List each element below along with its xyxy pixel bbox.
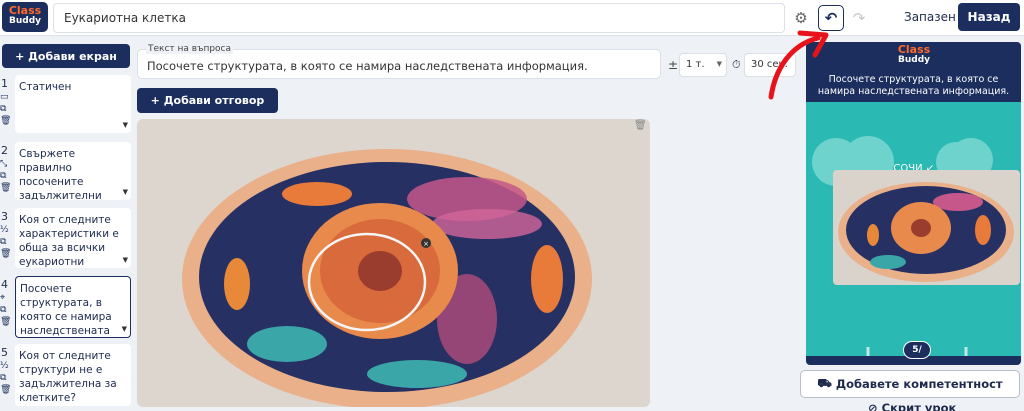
lesson-title-input[interactable]: Еукариотна клетка: [53, 3, 785, 33]
screen-card-active[interactable]: Посочете структурата, в която се намира …: [15, 276, 131, 338]
screen-number: 5: [1, 346, 8, 359]
screen-number: 2: [1, 144, 8, 157]
copy-icon[interactable]: ⧉: [0, 304, 12, 316]
saved-status: Запазен: [904, 10, 956, 24]
screen-actions: ⤡ ⧉ 🗑: [0, 158, 12, 194]
screen-title: Коя от следните структури не е задължите…: [19, 350, 117, 404]
copy-icon[interactable]: ⧉: [0, 170, 12, 182]
points-value: 1 т.: [686, 59, 705, 70]
screen-actions: ½ ⧉ 🗑: [0, 360, 12, 396]
hidden-lesson-label: Скрит урок: [881, 401, 957, 411]
copy-icon[interactable]: ⧉: [0, 236, 12, 248]
logo-text-line2: Buddy: [8, 16, 42, 26]
screen-actions: ⌖ ⧉ 🗑: [0, 292, 12, 328]
preview-page-indicator[interactable]: 5/: [903, 341, 931, 359]
preview-logo-line1: Class: [897, 43, 931, 56]
delete-icon[interactable]: 🗑: [0, 115, 12, 127]
plus-minus-icon: ±: [668, 58, 679, 72]
stopwatch-icon: ⏱: [732, 58, 741, 71]
preview-cell-image: [833, 170, 1020, 285]
screen-title: Коя от следните характеристики е обща за…: [19, 214, 119, 268]
copy-icon[interactable]: ⧉: [0, 372, 12, 384]
eye-off-icon: ⊘: [868, 401, 878, 411]
add-screen-button[interactable]: + Добави екран: [2, 44, 130, 68]
points-select[interactable]: 1 т. ▼: [679, 53, 727, 77]
screen-item-5[interactable]: 5 ½ ⧉ 🗑 Коя от следните структури не е з…: [0, 344, 132, 406]
back-button[interactable]: Назад: [958, 3, 1020, 31]
screen-type-icon: ▭: [0, 92, 9, 102]
screen-item-2[interactable]: 2 ⤡ ⧉ 🗑 Свържете правилно посочените зад…: [0, 142, 132, 200]
preview-cell-illustration: [833, 170, 1020, 285]
delete-icon[interactable]: 🗑: [0, 182, 12, 194]
question-image[interactable]: ×: [137, 119, 650, 407]
undo-icon[interactable]: ↶: [818, 5, 844, 31]
copy-icon[interactable]: ⧉: [0, 103, 12, 115]
screen-title: Свържете правилно посочените задължителн…: [19, 148, 102, 200]
preview-logo: Class Buddy: [888, 43, 940, 71]
class-buddy-logo[interactable]: Class Buddy: [2, 2, 48, 32]
preview-logo-line2: Buddy: [897, 55, 931, 65]
add-competence-button[interactable]: ⛟ Добавете компетентност: [800, 370, 1020, 398]
chevron-down-icon: ▼: [121, 325, 127, 333]
delete-icon[interactable]: 🗑: [0, 248, 12, 260]
screen-title: Статичен: [19, 81, 72, 93]
quiz-type-icon: ½: [0, 361, 9, 371]
mobile-preview: Class Buddy Посочете структурата, в коят…: [806, 42, 1021, 365]
screen-card[interactable]: Коя от следните структури не е задължите…: [15, 344, 131, 406]
preview-question: Посочете структурата, в която се намира …: [817, 74, 1010, 97]
hotspot-type-icon: ⌖: [0, 293, 6, 303]
redo-icon[interactable]: ↷: [846, 5, 872, 31]
logo-text-line1: Class: [8, 4, 42, 17]
delete-icon[interactable]: 🗑: [0, 316, 12, 328]
screen-card[interactable]: Коя от следните характеристики е обща за…: [15, 208, 131, 268]
screen-item-4[interactable]: 4 ⌖ ⧉ 🗑 Посочете структурата, в която се…: [0, 276, 132, 338]
screen-actions: ▭ ⧉ 🗑: [0, 91, 12, 127]
svg-text:×: ×: [423, 240, 429, 248]
screen-card[interactable]: Статичен ▼: [15, 75, 131, 133]
delete-image-icon[interactable]: 🗑: [634, 120, 647, 131]
screen-number: 4: [1, 278, 8, 291]
screen-item-3[interactable]: 3 ½ ⧉ 🗑 Коя от следните характеристики е…: [0, 208, 132, 268]
chevron-down-icon: ▼: [122, 188, 128, 196]
cell-illustration: ×: [137, 119, 650, 407]
add-answer-button[interactable]: + Добави отговор: [137, 88, 278, 113]
hidden-lesson-toggle[interactable]: ⊘ Скрит урок: [868, 401, 956, 411]
timer-select[interactable]: 30 сек.: [744, 53, 796, 77]
question-text-label: Текст на въпроса: [146, 44, 234, 54]
screen-number: 1: [1, 77, 8, 90]
gear-icon[interactable]: ⚙: [788, 5, 814, 31]
add-competence-label: Добавете компетентност: [835, 377, 1003, 391]
screen-card[interactable]: Свържете правилно посочените задължителн…: [15, 142, 131, 200]
chevron-down-icon: ▼: [122, 121, 128, 129]
match-type-icon: ⤡: [0, 159, 8, 169]
chevron-down-icon: ▼: [716, 60, 722, 68]
screen-number: 3: [1, 210, 8, 223]
screen-item-1[interactable]: 1 ▭ ⧉ 🗑 Статичен ▼: [0, 75, 132, 133]
top-bar: Class Buddy Еукариотна клетка ⚙ ↶ ↷ Запа…: [0, 0, 1024, 36]
screen-title: Посочете структурата, в която се намира …: [20, 283, 112, 337]
chevron-down-icon: ▼: [122, 256, 128, 264]
competence-icon: ⛟: [817, 376, 832, 390]
quiz-type-icon: ½: [0, 225, 9, 235]
delete-icon[interactable]: 🗑: [0, 384, 12, 396]
screen-actions: ½ ⧉ 🗑: [0, 224, 12, 260]
